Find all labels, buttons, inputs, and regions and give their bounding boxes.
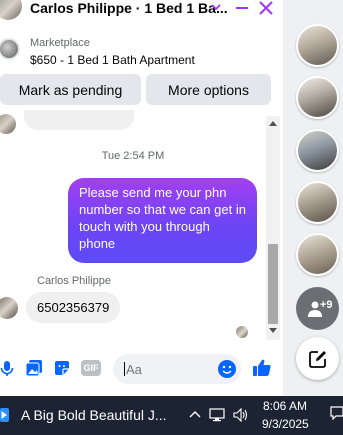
chat-head-avatar[interactable] [296, 129, 339, 172]
sender-name: Carlos Philippe [37, 275, 111, 287]
marketplace-listing[interactable]: Marketplace $650 - 1 Bed 1 Bath Apartmen… [0, 30, 283, 70]
play-icon[interactable] [0, 408, 9, 422]
emoji-icon[interactable] [217, 359, 237, 379]
chevron-down-icon[interactable] [210, 1, 222, 13]
listing-source: Marketplace [30, 37, 90, 49]
text-caret [124, 362, 125, 376]
gif-icon[interactable]: GIF [81, 360, 101, 376]
compose-icon [308, 350, 326, 368]
more-chats-button[interactable]: +9 [296, 287, 339, 330]
sticker-icon[interactable] [53, 359, 71, 377]
received-message-bubble: 6502356379 [26, 292, 121, 323]
scroll-thumb[interactable] [268, 244, 278, 324]
windows-taskbar: A Big Bold Beautiful J... 8:06 AM 9/3/20… [0, 396, 343, 435]
new-message-button[interactable] [296, 337, 339, 380]
listing-thumbnail [0, 38, 20, 60]
microphone-icon[interactable] [0, 359, 16, 377]
scroll-down-arrow-icon[interactable] [269, 328, 277, 333]
message-composer: GIF [0, 350, 283, 386]
message-input[interactable] [113, 354, 241, 384]
message-text-field[interactable] [126, 362, 216, 377]
chat-head-avatar[interactable] [296, 181, 339, 224]
message-timestamp: Tue 2:54 PM [101, 150, 165, 162]
clock-time[interactable]: 8:06 AM [263, 399, 307, 413]
scroll-up-arrow-icon[interactable] [269, 121, 277, 126]
messenger-chat-window: Carlos Philippe · 1 Bed 1 Ba... Marketpl… [0, 0, 283, 396]
chat-header: Carlos Philippe · 1 Bed 1 Ba... [0, 0, 283, 22]
clock-date[interactable]: 9/3/2025 [262, 417, 309, 431]
sent-message-bubble: Please send me your phn number so that w… [68, 178, 257, 263]
chat-head-avatar[interactable] [296, 24, 339, 67]
minimize-icon[interactable] [235, 1, 249, 15]
contact-avatar[interactable] [0, 0, 22, 20]
taskbar-app-label[interactable]: A Big Bold Beautiful J... [21, 407, 167, 423]
more-options-button[interactable]: More options [146, 74, 271, 105]
notification-icon[interactable] [330, 406, 343, 420]
previous-message-bubble [24, 110, 134, 130]
volume-icon[interactable] [232, 407, 248, 423]
chat-head-avatar[interactable] [296, 76, 339, 119]
chat-head-avatar[interactable] [296, 233, 339, 276]
network-icon[interactable] [209, 407, 225, 423]
close-icon[interactable] [258, 0, 274, 16]
more-chats-count: +9 [320, 299, 333, 311]
like-icon[interactable] [252, 358, 272, 378]
chat-heads-rail: +9 [283, 0, 343, 396]
message-scrollbar[interactable] [266, 116, 280, 340]
message-list: Tue 2:54 PM Please send me your phn numb… [0, 110, 266, 340]
chat-title[interactable]: Carlos Philippe · 1 Bed 1 Ba... [30, 0, 228, 16]
avatar [0, 297, 18, 319]
seen-indicator-avatar [236, 326, 248, 338]
listing-title: $650 - 1 Bed 1 Bath Apartment [30, 53, 195, 67]
avatar [0, 114, 16, 134]
chevron-up-icon[interactable] [187, 407, 203, 423]
photo-icon[interactable] [25, 359, 43, 377]
mark-as-pending-button[interactable]: Mark as pending [0, 74, 141, 105]
